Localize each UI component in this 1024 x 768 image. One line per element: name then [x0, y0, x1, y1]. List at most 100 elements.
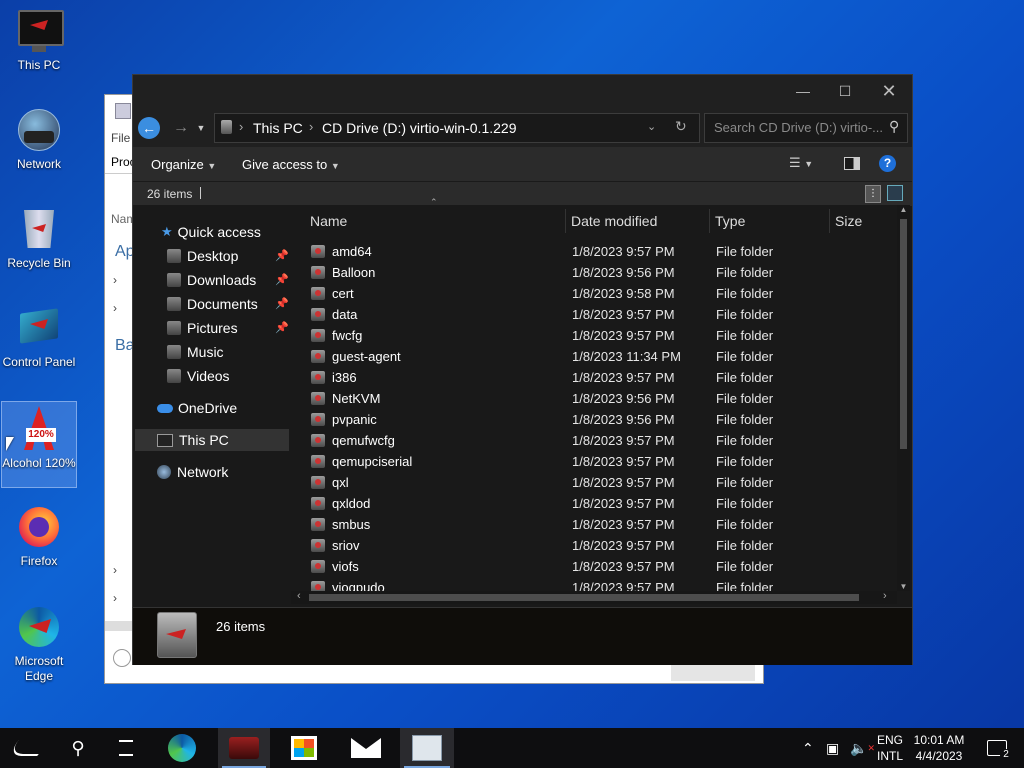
show-hidden-icons[interactable]: ⌃ [802, 728, 814, 768]
chevron-right-icon[interactable]: › [113, 301, 117, 315]
file-date-modified: 1/8/2023 9:57 PM [572, 538, 675, 553]
taskbar-mail[interactable] [344, 728, 388, 768]
nav-item-downloads[interactable]: Downloads [167, 269, 256, 291]
recent-locations-button[interactable]: ▼ [195, 117, 207, 139]
nav-onedrive[interactable]: OneDrive [157, 397, 237, 419]
pictures-folder-icon [167, 321, 181, 335]
search-icon[interactable]: ⚲ [889, 118, 899, 135]
file-type: File folder [716, 370, 774, 385]
file-name: Balloon [332, 265, 376, 280]
file-row[interactable]: fwcfg 1/8/2023 9:57 PM File folder [291, 325, 891, 346]
nav-item-music[interactable]: Music [167, 341, 224, 363]
title-bar[interactable]: — ☐ ✕ [133, 75, 912, 109]
file-row[interactable]: viofs 1/8/2023 9:57 PM File folder [291, 556, 891, 577]
organize-button[interactable]: Organize ▼ [151, 157, 216, 172]
taskbar-store[interactable] [282, 728, 326, 768]
scroll-down-arrow-icon[interactable]: ▼ [897, 582, 910, 591]
scroll-right-arrow-icon[interactable]: › [883, 590, 887, 602]
action-center-button[interactable]: 2 [982, 728, 1012, 768]
file-type: File folder [716, 559, 774, 574]
taskbar-task-manager[interactable] [400, 728, 454, 768]
file-row[interactable]: data 1/8/2023 9:57 PM File folder [291, 304, 891, 325]
preview-pane-icon[interactable] [844, 157, 860, 170]
search-input[interactable]: Search CD Drive (D:) virtio-... [714, 120, 883, 135]
column-header-type[interactable]: Type [709, 209, 830, 233]
file-row[interactable]: amd64 1/8/2023 9:57 PM File folder [291, 241, 891, 262]
file-row[interactable]: guest-agent 1/8/2023 11:34 PM File folder [291, 346, 891, 367]
column-header-name[interactable]: Name [304, 209, 566, 233]
address-bar[interactable]: › This PC › CD Drive (D:) virtio-win-0.1… [214, 113, 700, 143]
file-row[interactable]: Balloon 1/8/2023 9:56 PM File folder [291, 262, 891, 283]
task-view-button[interactable] [104, 728, 148, 768]
taskbar-edge[interactable] [160, 728, 204, 768]
file-row[interactable]: qemupciserial 1/8/2023 9:57 PM File folder [291, 451, 891, 472]
file-row[interactable]: cert 1/8/2023 9:58 PM File folder [291, 283, 891, 304]
nav-label: Quick access [177, 224, 261, 240]
file-explorer-window[interactable]: — ☐ ✕ ← → ▼ › This PC › CD Drive (D:) vi… [132, 74, 913, 665]
file-row[interactable]: NetKVM 1/8/2023 9:56 PM File folder [291, 388, 891, 409]
scrollbar[interactable] [105, 621, 135, 631]
computer-icon [157, 433, 173, 447]
clock[interactable]: 10:01 AM 4/4/2023 [912, 728, 966, 768]
column-header-date-modified[interactable]: Date modified [565, 209, 710, 233]
column-header-size[interactable]: Size [829, 209, 899, 233]
view-options-icon[interactable]: ☰ ▼ [789, 155, 813, 171]
start-button[interactable] [0, 728, 56, 768]
search-box[interactable]: Search CD Drive (D:) virtio-... ⚲ [704, 113, 908, 143]
file-row[interactable]: qxldod 1/8/2023 9:57 PM File folder [291, 493, 891, 514]
close-button[interactable]: ✕ [867, 75, 911, 107]
refresh-icon[interactable]: ↻ [675, 118, 687, 135]
file-row[interactable]: i386 1/8/2023 9:57 PM File folder [291, 367, 891, 388]
minimize-button[interactable]: — [781, 75, 825, 107]
give-access-button[interactable]: Give access to ▼ [242, 157, 340, 172]
horizontal-scrollbar[interactable]: ‹ › [291, 590, 897, 604]
maximize-button[interactable]: ☐ [823, 75, 867, 107]
nav-this-pc[interactable]: This PC [157, 429, 229, 451]
chevron-right-icon[interactable]: › [113, 273, 117, 287]
menu-file[interactable]: File [111, 131, 130, 145]
back-button[interactable]: ← [138, 117, 160, 139]
file-row[interactable]: qxl 1/8/2023 9:57 PM File folder [291, 472, 891, 493]
nav-item-pictures[interactable]: Pictures [167, 317, 238, 339]
taskbar-file-explorer[interactable] [218, 728, 270, 768]
desktop-folder-icon [167, 249, 181, 263]
breadcrumb-this-pc[interactable]: This PC [253, 120, 303, 136]
desktop-icon-recycle-bin[interactable]: Recycle Bin [2, 202, 76, 274]
file-date-modified: 1/8/2023 9:56 PM [572, 412, 675, 427]
chevron-right-icon[interactable]: › [113, 563, 117, 577]
large-icons-view-icon[interactable] [887, 185, 903, 201]
vertical-scrollbar[interactable]: ▲ ▼ [897, 205, 910, 591]
desktop-icon-firefox[interactable]: Firefox [2, 500, 76, 572]
scrollbar-thumb[interactable] [900, 219, 907, 449]
file-date-modified: 1/8/2023 9:56 PM [572, 265, 675, 280]
nav-item-desktop[interactable]: Desktop [167, 245, 238, 267]
file-row[interactable]: qemufwcfg 1/8/2023 9:57 PM File folder [291, 430, 891, 451]
nav-network[interactable]: Network [157, 461, 228, 483]
forward-button[interactable]: → [170, 117, 192, 139]
nav-item-videos[interactable]: Videos [167, 365, 230, 387]
desktop-icon-network[interactable]: Network [2, 103, 76, 175]
collapse-icon[interactable] [113, 649, 131, 667]
desktop-icon-edge[interactable]: Microsoft Edge [2, 600, 76, 688]
desktop-icon-control-panel[interactable]: Control Panel [2, 301, 76, 389]
nav-item-documents[interactable]: Documents [167, 293, 258, 315]
address-dropdown-icon[interactable]: ⌄ [647, 120, 656, 133]
file-row[interactable]: smbus 1/8/2023 9:57 PM File folder [291, 514, 891, 535]
file-row[interactable]: sriov 1/8/2023 9:57 PM File folder [291, 535, 891, 556]
network-status-icon[interactable]: ▣ [826, 728, 839, 768]
breadcrumb-cd-drive[interactable]: CD Drive (D:) virtio-win-0.1.229 [322, 120, 516, 136]
nav-quick-access[interactable]: ★ Quick access [161, 221, 261, 243]
details-view-icon[interactable]: ⋮ [865, 185, 881, 203]
scroll-up-arrow-icon[interactable]: ▲ [897, 205, 910, 214]
desktop-icon-this-pc[interactable]: This PC [2, 4, 76, 76]
scrollbar-thumb[interactable] [309, 594, 859, 601]
videos-folder-icon [167, 369, 181, 383]
scroll-left-arrow-icon[interactable]: ‹ [297, 590, 301, 602]
file-row[interactable]: pvpanic 1/8/2023 9:56 PM File folder [291, 409, 891, 430]
chevron-right-icon[interactable]: › [113, 591, 117, 605]
search-button[interactable]: ⚲ [56, 728, 100, 768]
language-indicator[interactable]: ENG INTL [877, 728, 903, 768]
store-icon [291, 736, 317, 760]
help-icon[interactable]: ? [879, 155, 896, 172]
volume-muted-icon[interactable]: 🔈 ✕ [850, 728, 875, 768]
